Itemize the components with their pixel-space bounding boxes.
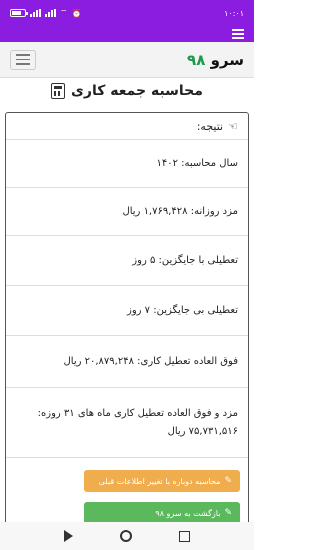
battery-icon [10, 9, 28, 17]
brand-text: سرو [205, 50, 244, 69]
result-header-label: نتیجه: [196, 119, 224, 133]
signal-icon-2 [45, 9, 56, 17]
menu-icon[interactable] [232, 27, 244, 41]
recalculate-label: محاسبه دوباره با تغییر اطلاعات قبلی [98, 476, 221, 486]
result-row-holiday-replaced: تعطیلی با جایگزین: ۵ روز [6, 235, 248, 285]
result-card: ☜ نتیجه: سال محاسبه: ۱۴۰۲ مزد روزانه: ۱,… [5, 112, 249, 550]
pencil-icon: ✎ [224, 476, 232, 486]
status-bar: ⌔ ⏰ ۱۰:۰۱ [0, 0, 254, 26]
battery-fill [12, 11, 21, 15]
android-nav-bar [0, 522, 254, 550]
app-topbar [0, 26, 254, 42]
row-text: مزد روزانه: ۱,۷۶۹,۴۲۸ ریال [122, 206, 238, 217]
row-text: سال محاسبه: ۱۴۰۲ [156, 158, 238, 169]
nav-back-icon[interactable] [63, 530, 73, 542]
result-row-overtime: فوق العاده تعطیل کاری: ۲۰,۸۷۹,۲۴۸ ریال [6, 335, 248, 387]
row-text: فوق العاده تعطیل کاری: ۲۰,۸۷۹,۲۴۸ ریال [63, 356, 238, 367]
nav-home-icon[interactable] [119, 530, 132, 542]
result-row-daily-wage: مزد روزانه: ۱,۷۶۹,۴۲۸ ریال [6, 187, 248, 235]
result-row-total: مزد و فوق العاده تعطیل کاری ماه های ۳۱ ر… [6, 387, 248, 457]
wifi-icon: ⌔ [60, 8, 68, 17]
recalculate-button[interactable]: ✎ محاسبه دوباره با تغییر اطلاعات قبلی [84, 470, 240, 492]
row-text: تعطیلی با جایگزین: ۵ روز [132, 255, 238, 266]
status-icons: ⌔ ⏰ [10, 8, 82, 18]
brand-number: ۹۸ [187, 50, 206, 69]
status-time: ۱۰:۰۱ [224, 8, 244, 18]
page-title-text: محاسبه جمعه کاری [71, 83, 203, 99]
nav-recent-icon[interactable] [179, 530, 191, 542]
result-header: ☜ نتیجه: [6, 113, 248, 139]
row-text: مزد و فوق العاده تعطیل کاری ماه های ۳۱ ر… [34, 407, 238, 437]
site-navbar: سرو ۹۸ [0, 42, 254, 78]
result-row-year: سال محاسبه: ۱۴۰۲ [6, 139, 248, 187]
pencil-icon: ✎ [224, 508, 232, 518]
result-row-holiday-unreplaced: تعطیلی بی جایگزین: ۷ روز [6, 285, 248, 335]
brand-logo[interactable]: سرو ۹۸ [187, 51, 244, 69]
page-title: محاسبه جمعه کاری [0, 78, 254, 104]
calculator-icon [51, 83, 66, 99]
signal-icon [30, 9, 41, 17]
back-label: بازگشت به سرو ۹۸ [155, 508, 221, 518]
hand-pointer-icon: ☜ [228, 119, 238, 133]
alarm-icon: ⏰ [71, 8, 82, 18]
navbar-toggler-button[interactable] [10, 49, 36, 70]
back-to-home-button[interactable]: ✎ بازگشت به سرو ۹۸ [84, 502, 240, 524]
row-text: تعطیلی بی جایگزین: ۷ روز [127, 305, 238, 316]
